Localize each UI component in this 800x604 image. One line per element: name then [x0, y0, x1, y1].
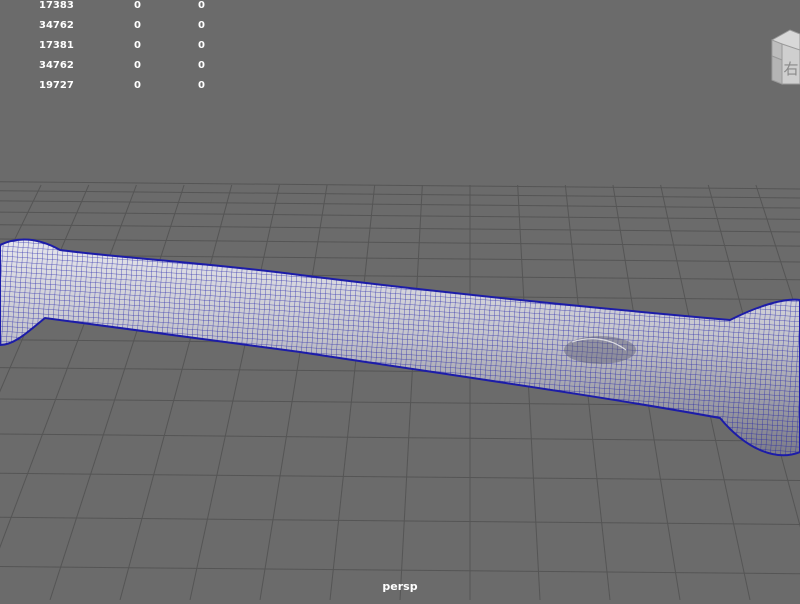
- grid-line: [0, 433, 800, 442]
- grid-line: [0, 211, 800, 220]
- hud-row: 19727 0 0: [39, 80, 219, 100]
- grid-line: [329, 184, 376, 601]
- hud-value: 17383: [39, 0, 74, 11]
- 3d-viewport[interactable]: 17383 0 0 34762 0 0 17381 0 0 34762 0 0 …: [0, 0, 800, 601]
- hud-value: 0: [134, 40, 141, 51]
- hud-value: 0: [134, 20, 141, 31]
- grid-line: [119, 184, 233, 601]
- hud-value: 0: [134, 60, 141, 71]
- grid-line: [0, 516, 800, 525]
- grid-line: [0, 566, 800, 575]
- grid-line: [0, 200, 800, 209]
- camera-name-label: persp: [382, 580, 418, 593]
- grid-line: [49, 184, 185, 601]
- hud-row: 34762 0 0: [39, 20, 219, 40]
- poly-count-hud: 17383 0 0 34762 0 0 17381 0 0 34762 0 0 …: [39, 0, 219, 100]
- grid-line: [0, 238, 800, 247]
- hud-value: 0: [198, 20, 205, 31]
- hud-value: 0: [134, 0, 141, 11]
- grid-line: [399, 184, 423, 601]
- hud-value: 0: [198, 60, 205, 71]
- grid-line: [189, 184, 280, 601]
- hud-value: 19727: [39, 80, 74, 91]
- hud-value: 34762: [39, 60, 74, 71]
- hud-value: 0: [198, 40, 205, 51]
- hud-value: 17381: [39, 40, 74, 51]
- grid-line: [517, 184, 541, 601]
- hud-value: 0: [198, 0, 205, 11]
- view-cube-face-label: 右: [783, 60, 798, 78]
- hud-row: 17381 0 0: [39, 40, 219, 60]
- grid-line: [0, 181, 800, 190]
- hud-value: 0: [198, 80, 205, 91]
- view-cube-icon[interactable]: 右: [766, 26, 800, 88]
- hud-row: 17383 0 0: [39, 0, 219, 20]
- grid-line: [259, 184, 328, 601]
- grid-line: [0, 190, 800, 199]
- hud-row: 34762 0 0: [39, 60, 219, 80]
- hud-value: 34762: [39, 20, 74, 31]
- view-cube[interactable]: 右: [766, 26, 800, 88]
- hud-value: 0: [134, 80, 141, 91]
- grid-line: [0, 472, 800, 482]
- bone-mesh[interactable]: [0, 220, 800, 480]
